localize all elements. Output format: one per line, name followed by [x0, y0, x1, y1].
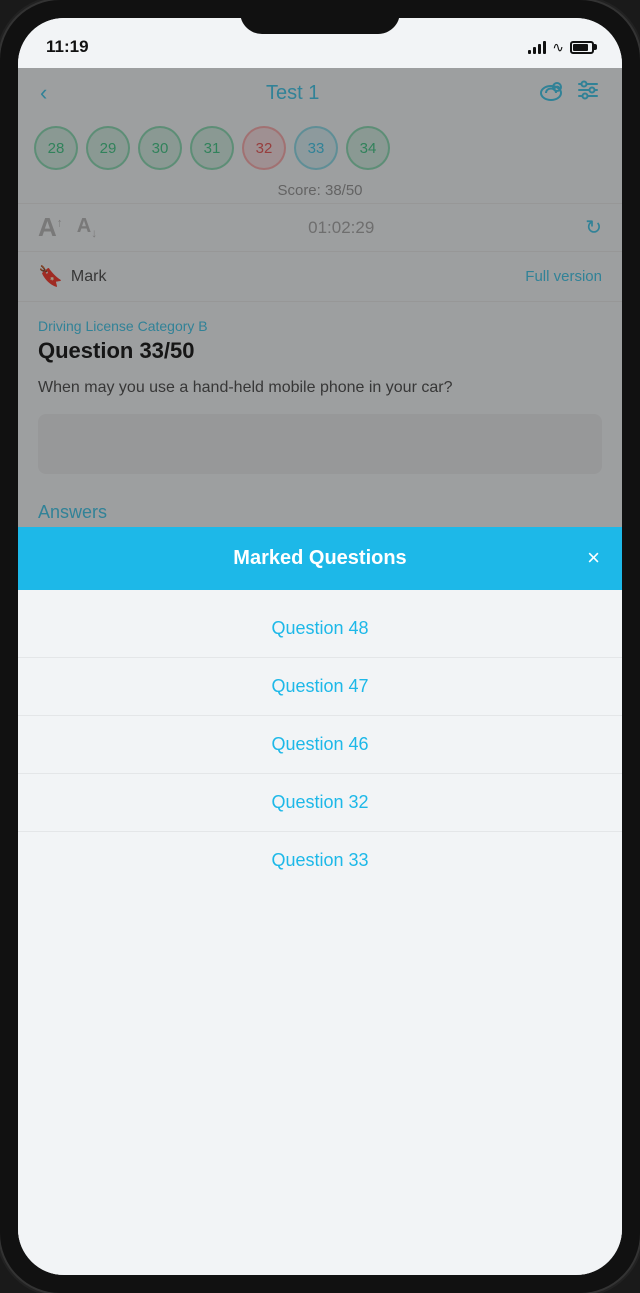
phone-screen: 11:19 ∿ ‹ Test 1: [18, 18, 622, 1275]
signal-icon: [528, 40, 546, 54]
marked-item-47[interactable]: Question 47: [18, 658, 622, 716]
marked-item-33[interactable]: Question 33: [18, 832, 622, 889]
battery-icon: [570, 41, 594, 54]
status-icons: ∿: [528, 39, 594, 56]
marked-item-32[interactable]: Question 32: [18, 774, 622, 832]
marked-item-48[interactable]: Question 48: [18, 600, 622, 658]
modal-close-button[interactable]: ×: [587, 545, 600, 571]
phone-frame: 11:19 ∿ ‹ Test 1: [0, 0, 640, 1293]
notch: [240, 0, 400, 34]
modal-title: Marked Questions: [233, 547, 406, 570]
marked-item-47-label: Question 47: [271, 676, 368, 697]
marked-questions-modal: Marked Questions × Question 48 Question …: [18, 527, 622, 1275]
marked-item-48-label: Question 48: [271, 618, 368, 639]
marked-item-33-label: Question 33: [271, 850, 368, 871]
status-time: 11:19: [46, 37, 89, 57]
marked-item-46-label: Question 46: [271, 734, 368, 755]
wifi-icon: ∿: [552, 39, 564, 56]
modal-body: Question 48 Question 47 Question 46 Ques…: [18, 590, 622, 899]
screen-content: ‹ Test 1: [18, 68, 622, 1275]
marked-item-46[interactable]: Question 46: [18, 716, 622, 774]
modal-header: Marked Questions ×: [18, 527, 622, 590]
marked-item-32-label: Question 32: [271, 792, 368, 813]
